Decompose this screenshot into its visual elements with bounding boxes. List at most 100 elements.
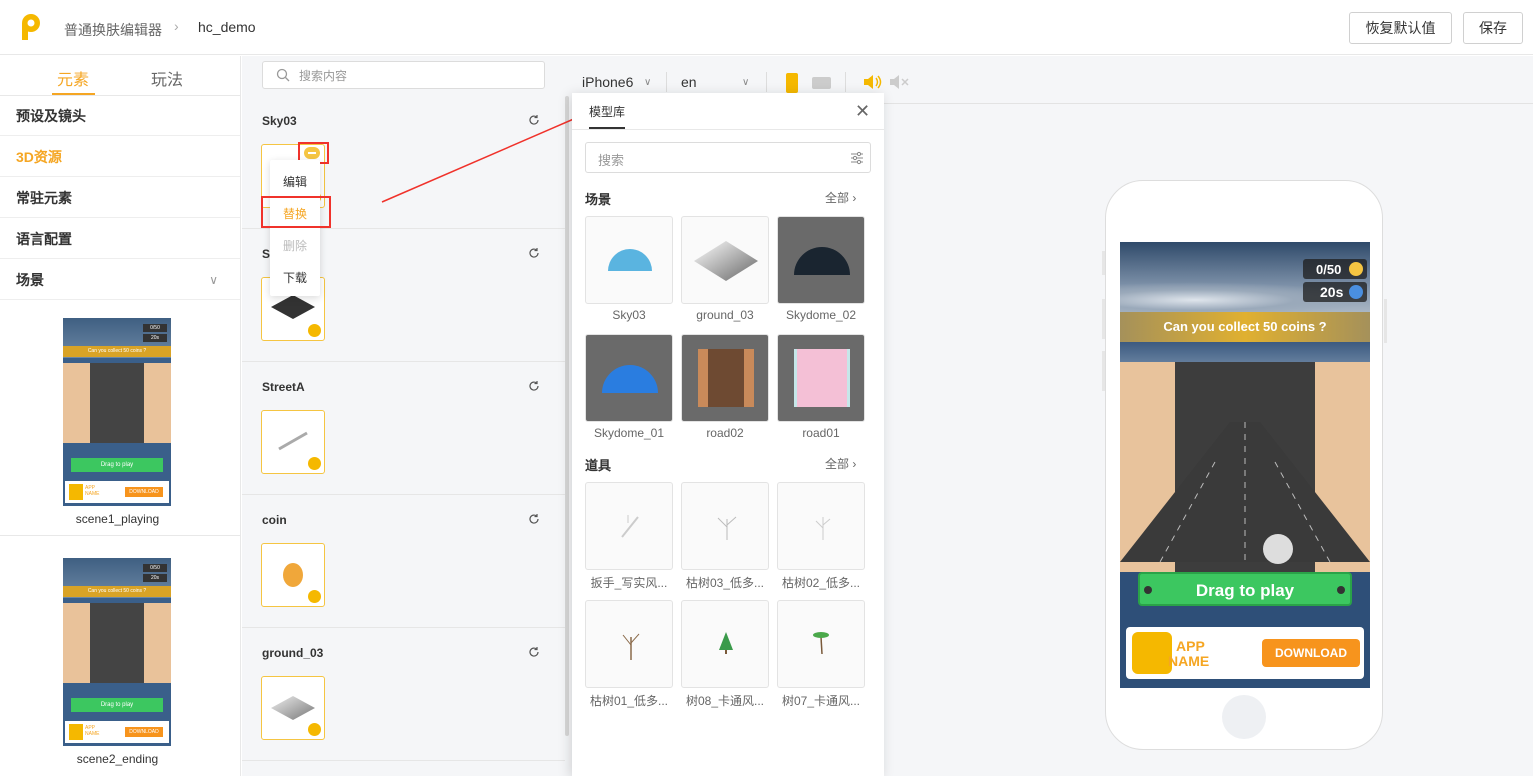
asset-search-input[interactable]: 搜索内容 [262, 61, 545, 89]
scene-name: scene2_ending [76, 752, 159, 766]
sound-off-icon[interactable] [889, 74, 909, 90]
view-all-props-link[interactable]: 全部 › [825, 455, 856, 472]
reset-default-button[interactable]: 恢复默认值 [1349, 12, 1452, 44]
model-tile[interactable] [681, 600, 769, 688]
annotation-arrow [381, 114, 586, 203]
highlight-box [261, 196, 331, 228]
model-tile[interactable] [777, 334, 865, 422]
search-placeholder: 搜索 [598, 153, 625, 168]
model-tile[interactable] [585, 334, 673, 422]
scene-card[interactable]: Can you collect 50 coins ? 0/50 20s Drag… [0, 544, 240, 776]
sky03-thumbnail [608, 249, 652, 271]
model-tile[interactable] [585, 482, 673, 570]
sound-on-icon[interactable] [863, 74, 883, 90]
model-label: road01 [802, 426, 840, 440]
tab-gameplay[interactable]: 玩法 [151, 66, 183, 90]
asset-title: S [262, 247, 271, 261]
timer: 20s [1320, 284, 1344, 300]
model-label: 树08_卡通风... [685, 694, 765, 708]
top-bar: 普通换肤编辑器 › hc_demo 恢复默认值 保存 [0, 0, 1533, 55]
hand-pointer-icon [1263, 534, 1293, 564]
model-label: road02 [706, 426, 744, 440]
street-model-icon [271, 295, 315, 319]
scene-card[interactable]: Can you collect 50 coins ? 0/50 20s Drag… [0, 304, 240, 536]
asset-title: coin [262, 513, 287, 527]
check-icon [308, 457, 321, 470]
app-logo-icon[interactable] [22, 14, 42, 40]
menu-item-edit[interactable]: 编辑 [270, 173, 320, 190]
section-title-scenes: 场景 [585, 192, 612, 207]
asset-item: coin [242, 495, 565, 628]
model-label: Skydome_01 [593, 426, 665, 440]
asset-card[interactable] [261, 676, 325, 740]
model-label: Sky03 [612, 308, 646, 322]
nav-item-scenes[interactable]: 场景 ∨ [0, 260, 240, 300]
asset-card[interactable] [261, 543, 325, 607]
refresh-icon[interactable] [528, 646, 540, 658]
section-title-props: 道具 [585, 458, 612, 473]
model-tile[interactable] [777, 600, 865, 688]
game-preview-screen[interactable]: 0/50 20s Can you collect 50 coins ? Drag… [1120, 242, 1370, 688]
model-library-panel: 模型库 ✕ 搜索 场景 全部 › Sky03 ground_03 Skydome… [572, 93, 884, 776]
refresh-icon[interactable] [528, 513, 540, 525]
nav-item-label: 预设及镜头 [16, 108, 86, 124]
model-label: ground_03 [696, 308, 754, 322]
chevron-down-icon: ∨ [209, 273, 218, 287]
portrait-icon[interactable] [786, 73, 798, 93]
model-label: 扳手_写实风... [590, 576, 668, 590]
menu-item-download[interactable]: 下载 [270, 269, 320, 286]
device-select[interactable]: iPhone6 [582, 74, 633, 90]
save-button[interactable]: 保存 [1463, 12, 1523, 44]
search-icon [276, 68, 290, 82]
model-tile[interactable] [681, 334, 769, 422]
check-icon [308, 590, 321, 603]
skydome02-thumbnail [794, 247, 850, 275]
search-placeholder: 搜索内容 [299, 69, 348, 83]
view-all-scenes-link[interactable]: 全部 › [825, 189, 856, 206]
dead-tree-thumbnail [815, 517, 831, 540]
tab-elements[interactable]: 元素 [57, 66, 89, 90]
dead-tree-thumbnail [717, 516, 737, 540]
model-tile[interactable] [777, 216, 865, 304]
score-counter: 0/50 [1316, 262, 1342, 277]
nav-item-presets[interactable]: 预设及镜头 [0, 96, 240, 136]
model-tile[interactable] [585, 600, 673, 688]
refresh-icon[interactable] [528, 247, 540, 259]
breadcrumb-root[interactable]: 普通换肤编辑器 [64, 20, 162, 40]
breadcrumb-project: hc_demo [198, 19, 256, 35]
model-label: 枯树02_低多... [781, 576, 861, 590]
home-button [1222, 695, 1266, 739]
refresh-icon[interactable] [528, 380, 540, 392]
filter-icon[interactable] [850, 151, 864, 165]
nav-item-label: 3D资源 [16, 149, 62, 165]
scene-thumbnail: Can you collect 50 coins ? 0/50 20s Drag… [63, 318, 171, 506]
nav-item-resident-elements[interactable]: 常驻元素 [0, 178, 240, 218]
asset-item: StreetA [242, 362, 565, 495]
drag-to-play-label: Drag to play [1195, 581, 1295, 600]
nav-item-3d-resources[interactable]: 3D资源 [0, 137, 240, 177]
chevron-down-icon: ∨ [644, 77, 652, 88]
landscape-icon[interactable] [812, 77, 831, 89]
street-model-icon [278, 431, 308, 451]
nav-item-label: 场景 [16, 272, 44, 288]
nav-item-label: 常驻元素 [16, 190, 72, 206]
ground-model-icon [271, 696, 315, 720]
palm-tree-thumbnail [813, 632, 829, 655]
breadcrumb-separator-icon: › [174, 18, 179, 34]
asset-card[interactable] [261, 410, 325, 474]
asset-title: StreetA [262, 380, 305, 394]
language-select[interactable]: en [681, 74, 697, 90]
model-tile[interactable] [585, 216, 673, 304]
road-graphic [1120, 422, 1370, 563]
app-name-line1: APP [1176, 638, 1205, 654]
model-tile[interactable] [681, 482, 769, 570]
nav-item-language[interactable]: 语言配置 [0, 219, 240, 259]
road01-thumbnail [794, 349, 850, 407]
app-name-line2: NAME [1168, 653, 1210, 669]
model-library-title[interactable]: 模型库 [589, 103, 625, 120]
model-search-input[interactable]: 搜索 [585, 142, 871, 173]
model-tile[interactable] [777, 482, 865, 570]
close-icon[interactable]: ✕ [855, 102, 870, 120]
model-label: 树07_卡通风... [781, 694, 861, 708]
model-tile[interactable] [681, 216, 769, 304]
